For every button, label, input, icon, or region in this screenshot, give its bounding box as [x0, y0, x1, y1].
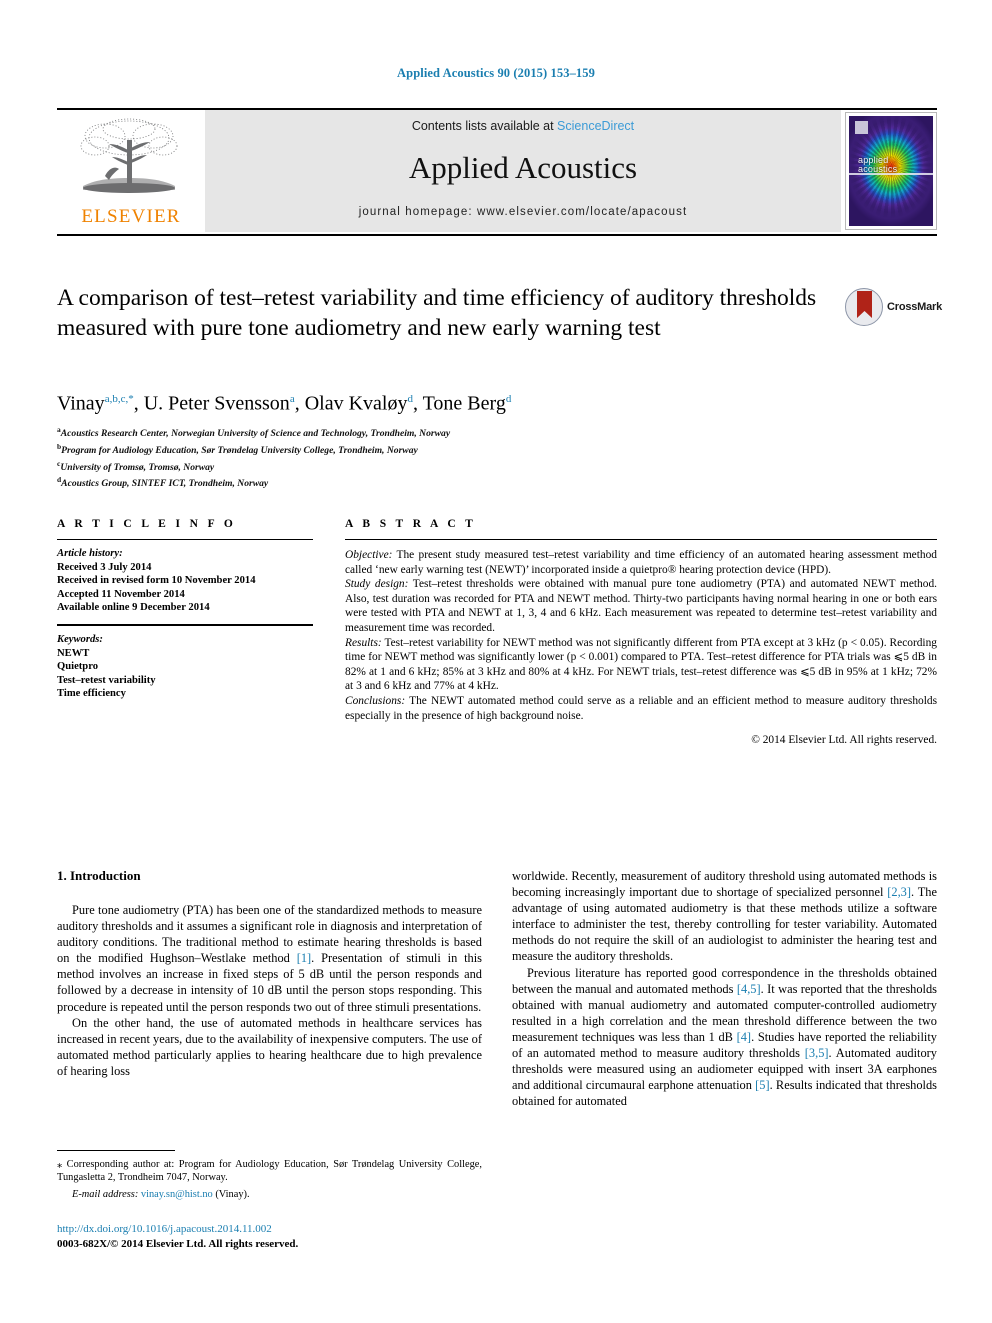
- keywords-rule: [57, 623, 313, 626]
- abstract-design-text: Test–retest thresholds were obtained wit…: [345, 578, 937, 634]
- keyword-item: Time efficiency: [57, 688, 126, 700]
- contents-prefix: Contents lists available at: [411, 119, 558, 133]
- article-info-heading: A R T I C L E I N F O: [57, 518, 237, 530]
- elsevier-logo: ELSEVIER: [61, 114, 201, 230]
- paragraph: Pure tone audiometry (PTA) has been one …: [57, 902, 482, 1015]
- author-affil-mark: d: [505, 393, 512, 405]
- abstract-results-label: Results:: [345, 636, 382, 649]
- article-info-rule: [57, 539, 313, 540]
- body-right-column: worldwide. Recently, measurement of audi…: [512, 868, 937, 1109]
- keyword-item: NEWT: [57, 647, 90, 659]
- introduction-heading: 1. Introduction: [57, 868, 141, 883]
- keywords-label: Keywords:: [57, 633, 103, 645]
- author-affil-mark: a: [289, 393, 295, 405]
- corresponding-author-text: Corresponding author at: Program for Aud…: [57, 1159, 482, 1184]
- history-item: Accepted 11 November 2014: [57, 588, 185, 600]
- journal-title: Applied Acoustics: [408, 150, 638, 185]
- abstract-column: A B S T R A C T Objective: The present s…: [345, 518, 937, 748]
- contents-available-line: Contents lists available at ScienceDirec…: [205, 119, 841, 133]
- email-link[interactable]: vinay.sn@hist.no: [141, 1189, 213, 1200]
- author-name: Tone Berg: [422, 392, 506, 415]
- email-suffix: (Vinay).: [212, 1189, 250, 1201]
- abstract-results: Results: Test–retest variability for NEW…: [345, 636, 937, 694]
- abstract-objective-text: The present study measured test–retest v…: [345, 549, 937, 576]
- cover-publisher-mark-icon: [855, 121, 868, 134]
- abstract-design-label: Study design:: [345, 578, 409, 591]
- masthead-rule-bottom: [57, 234, 937, 236]
- keyword-item: Quietpro: [57, 661, 99, 673]
- history-item: Received 3 July 2014: [57, 561, 152, 573]
- citation-link[interactable]: [3,5]: [805, 1046, 829, 1060]
- cover-title-line2: acoustics: [858, 164, 898, 175]
- abstract-objective: Objective: The present study measured te…: [345, 548, 937, 577]
- abstract-copyright: © 2014 Elsevier Ltd. All rights reserved…: [751, 734, 937, 747]
- article-history-label: Article history:: [57, 548, 123, 559]
- paragraph-text: On the other hand, the use of automated …: [57, 1015, 482, 1078]
- article-info-column: A R T I C L E I N F O Article history: R…: [57, 518, 313, 701]
- affiliation-text: Acoustics Group, SINTEF ICT, Trondheim, …: [61, 478, 269, 490]
- affiliation-item: cUniversity of Tromsø, Tromsø, Norway: [57, 458, 937, 475]
- affiliation-item: bProgram for Audiology Education, Sør Tr…: [57, 441, 937, 458]
- doi-block: http://dx.doi.org/10.1016/j.apacoust.201…: [57, 1222, 482, 1251]
- keywords-block: Keywords: NEWT Quietpro Test–retest vari…: [57, 633, 313, 701]
- journal-homepage-link[interactable]: journal homepage: www.elsevier.com/locat…: [205, 206, 841, 218]
- citation-link[interactable]: [5]: [755, 1078, 769, 1092]
- abstract-body: Objective: The present study measured te…: [345, 548, 937, 748]
- author-name: U. Peter Svensson: [143, 392, 290, 415]
- affiliation-item: dAcoustics Group, SINTEF ICT, Trondheim,…: [57, 474, 937, 491]
- page-title: A comparison of test–retest variability …: [57, 285, 817, 341]
- author-affil-mark: d: [407, 393, 413, 405]
- paragraph: On the other hand, the use of automated …: [57, 1015, 482, 1079]
- abstract-heading: A B S T R A C T: [345, 518, 477, 530]
- paragraph: worldwide. Recently, measurement of audi…: [512, 868, 937, 965]
- history-item: Available online 9 December 2014: [57, 602, 210, 614]
- affiliation-list: aAcoustics Research Center, Norwegian Un…: [57, 424, 937, 491]
- abstract-results-text: Test–retest variability for NEWT method …: [345, 636, 937, 693]
- corresponding-author-note: ⁎ Corresponding author at: Program for A…: [57, 1158, 482, 1184]
- citation-link[interactable]: [1]: [297, 951, 311, 965]
- author-name: Vinay: [57, 392, 105, 415]
- cover-title: applied acoustics: [858, 155, 898, 175]
- article-history-block: Article history: Received 3 July 2014 Re…: [57, 547, 313, 615]
- elsevier-tree-icon: [80, 118, 178, 193]
- citation-link[interactable]: [4,5]: [737, 982, 761, 996]
- affiliation-text: University of Tromsø, Tromsø, Norway: [60, 461, 215, 473]
- crossmark-label: CrossMark: [887, 301, 943, 313]
- paragraph-text: worldwide. Recently, measurement of audi…: [512, 869, 937, 900]
- paper-page: Applied Acoustics 90 (2015) 153–159 ELSE…: [0, 0, 992, 1323]
- author-affil-mark: a,b,c,*: [104, 393, 134, 405]
- journal-masthead: ELSEVIER Contents lists available at Sci…: [57, 108, 937, 236]
- abstract-rule: [345, 539, 937, 540]
- crossmark-badge[interactable]: CrossMark: [845, 288, 942, 328]
- abstract-conclusions-label: Conclusions:: [345, 694, 406, 707]
- journal-reference: Applied Acoustics 90 (2015) 153–159: [397, 66, 595, 80]
- citation-link[interactable]: [4]: [737, 1030, 751, 1044]
- abstract-design: Study design: Test–retest thresholds wer…: [345, 577, 937, 635]
- title-area: A comparison of test–retest variability …: [57, 283, 942, 343]
- affiliation-item: aAcoustics Research Center, Norwegian Un…: [57, 424, 937, 441]
- paragraph: Previous literature has reported good co…: [512, 965, 937, 1110]
- journal-cover-thumbnail[interactable]: applied acoustics: [845, 112, 937, 230]
- author-list: Vinaya,b,c,*, U. Peter Svenssona, Olav K…: [57, 392, 512, 415]
- abstract-conclusions-text: The NEWT automated method could serve as…: [345, 694, 937, 722]
- keyword-item: Test–retest variability: [57, 674, 156, 686]
- footnote-block: ⁎ Corresponding author at: Program for A…: [57, 1150, 482, 1202]
- email-note: E-mail address: vinay.sn@hist.no (Vinay)…: [57, 1188, 482, 1201]
- footnote-rule: [57, 1150, 175, 1151]
- cover-artwork: applied acoustics: [849, 116, 933, 226]
- elsevier-wordmark: ELSEVIER: [81, 206, 181, 227]
- affiliation-text: Program for Audiology Education, Sør Trø…: [61, 444, 418, 456]
- sciencedirect-link[interactable]: ScienceDirect: [557, 119, 634, 133]
- body-left-column: 1. Introduction Pure tone audiometry (PT…: [57, 868, 482, 1079]
- issn-copyright-line: 0003-682X/© 2014 Elsevier Ltd. All right…: [57, 1237, 299, 1250]
- author-name: Olav Kvaløy: [304, 392, 408, 415]
- affiliation-text: Acoustics Research Center, Norwegian Uni…: [60, 428, 451, 440]
- doi-link[interactable]: http://dx.doi.org/10.1016/j.apacoust.201…: [57, 1222, 482, 1237]
- history-item: Received in revised form 10 November 201…: [57, 575, 256, 587]
- abstract-conclusions: Conclusions: The NEWT automated method c…: [345, 694, 937, 723]
- abstract-objective-label: Objective:: [345, 549, 393, 561]
- email-label: E-mail address:: [72, 1189, 139, 1201]
- citation-link[interactable]: [2,3]: [887, 885, 911, 899]
- masthead-center-band: Contents lists available at ScienceDirec…: [205, 110, 841, 232]
